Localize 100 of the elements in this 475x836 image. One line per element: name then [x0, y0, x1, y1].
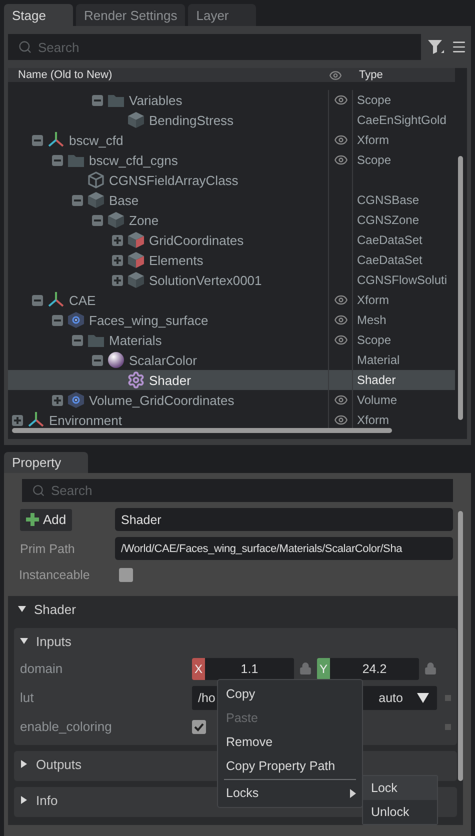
cube-icon: [127, 111, 145, 129]
tree-item-label[interactable]: Shader: [149, 372, 191, 388]
expand-icon[interactable]: [112, 274, 123, 286]
expand-icon[interactable]: [112, 234, 123, 246]
type-label: CaeDataSet: [356, 233, 424, 247]
submenu-arrow-icon: [350, 788, 356, 798]
expand-icon[interactable]: [52, 394, 63, 406]
expand-icon[interactable]: [112, 254, 123, 266]
group-title[interactable]: Inputs: [36, 634, 72, 648]
eye-icon[interactable]: [334, 393, 348, 407]
eye-icon[interactable]: [334, 93, 348, 107]
expand-icon[interactable]: [12, 414, 23, 426]
menu-item[interactable]: Remove: [224, 730, 356, 754]
lock-icon[interactable]: [424, 662, 437, 675]
eye-icon[interactable]: [334, 413, 348, 427]
cube-icon: [127, 231, 145, 249]
menu-item[interactable]: Copy: [224, 682, 356, 706]
tree-item-label[interactable]: bscw_cfd: [69, 132, 124, 148]
collapse-icon[interactable]: [92, 214, 103, 226]
path-field[interactable]: /World/CAE/Faces_wing_surface/Materials/ScalarColor/Sha: [115, 537, 453, 560]
tree-item-label[interactable]: Base: [109, 192, 139, 208]
cube-icon: [87, 191, 105, 209]
tree-item-label[interactable]: Zone: [129, 212, 159, 228]
eye-icon[interactable]: [334, 333, 348, 347]
type-label: CGNSBase: [356, 193, 420, 207]
tree-item-label[interactable]: Faces_wing_surface: [89, 312, 208, 328]
tab[interactable]: Property: [4, 452, 88, 473]
type-label: Scope: [356, 153, 392, 167]
checkbox[interactable]: [192, 720, 206, 734]
scrollbar[interactable]: [12, 428, 392, 433]
menu-icon[interactable]: [451, 39, 467, 55]
search-icon: [32, 484, 45, 497]
type-label: CGNSFlowSoluti: [356, 273, 448, 287]
collapse-icon[interactable]: [72, 334, 83, 346]
name-field[interactable]: Shader: [115, 508, 453, 531]
menu-item[interactable]: Lock: [363, 776, 437, 800]
type-label: CaeDataSet: [356, 253, 424, 267]
collapse-icon[interactable]: [32, 294, 43, 306]
tree-item-label[interactable]: Environment: [49, 412, 122, 428]
tab[interactable]: Stage: [4, 4, 73, 26]
type-label: Shader: [356, 373, 397, 387]
checkbox[interactable]: [119, 568, 133, 582]
type-label: Scope: [356, 93, 392, 107]
tree-item-label[interactable]: GridCoordinates: [149, 232, 244, 248]
menu-item[interactable]: Locks: [224, 781, 356, 805]
tree-item-label[interactable]: Materials: [109, 332, 162, 348]
input-label: lut: [20, 690, 35, 705]
number-field[interactable]: Y 24.2: [317, 658, 419, 680]
tab[interactable]: Render Settings: [76, 4, 186, 26]
selected-tree-row[interactable]: Shader Shader: [8, 370, 455, 390]
number-field[interactable]: X 1.1: [192, 658, 294, 680]
type-label: CGNSZone: [356, 213, 420, 227]
section-title[interactable]: Shader: [34, 602, 76, 616]
cube-icon: [127, 271, 145, 289]
tree-item-label[interactable]: ScalarColor: [129, 352, 197, 368]
scrollbar[interactable]: [458, 511, 463, 781]
tree-item-label[interactable]: CGNSFieldArrayClass: [109, 172, 238, 188]
tree-item-label[interactable]: bscw_cfd_cgns: [89, 152, 178, 168]
filter-icon[interactable]: [427, 39, 445, 55]
add-button[interactable]: Add: [20, 508, 72, 530]
dropdown[interactable]: auto: [364, 690, 429, 704]
collapse-icon[interactable]: [92, 94, 103, 106]
tree-item-label[interactable]: SolutionVertex0001: [149, 272, 262, 288]
tree-item-label[interactable]: BendingStress: [149, 112, 234, 128]
axes-icon: [47, 131, 65, 149]
axis-label: X: [192, 658, 205, 680]
type-label: Xform: [356, 293, 390, 307]
group-title[interactable]: Info: [36, 792, 58, 808]
menu-item[interactable]: Copy Property Path: [224, 754, 356, 778]
collapse-icon[interactable]: [52, 154, 63, 166]
cube-icon: [127, 251, 145, 269]
field-label: Instanceable: [19, 568, 91, 582]
eye-icon[interactable]: [334, 153, 348, 167]
triangle-icon[interactable]: [20, 796, 28, 804]
triangle-icon[interactable]: [18, 605, 26, 613]
eye-icon[interactable]: [334, 293, 348, 307]
type-label: Xform: [356, 133, 390, 147]
cube-icon: [107, 211, 125, 229]
group-title[interactable]: Outputs: [36, 756, 82, 772]
tree-item-label[interactable]: Elements: [149, 252, 204, 268]
scrollbar[interactable]: [458, 156, 463, 420]
tab[interactable]: Layer: [188, 4, 256, 26]
eye-icon[interactable]: [334, 133, 348, 147]
lock-icon[interactable]: [299, 662, 312, 675]
tree-item-label[interactable]: Variables: [129, 92, 182, 108]
triangle-icon[interactable]: [20, 637, 28, 645]
column-title[interactable]: Type: [353, 69, 455, 81]
collapse-icon[interactable]: [32, 134, 43, 146]
collapse-icon[interactable]: [72, 194, 83, 206]
column-title[interactable]: Name (Old to New): [8, 69, 329, 81]
collapse-icon[interactable]: [52, 314, 63, 326]
caret-icon: [417, 692, 429, 702]
collapse-icon[interactable]: [92, 354, 103, 366]
eye-icon[interactable]: [334, 313, 348, 327]
gear-icon: [127, 371, 145, 389]
type-label: Volume: [356, 393, 398, 407]
tree-item-label[interactable]: CAE: [69, 292, 96, 308]
triangle-icon[interactable]: [20, 760, 28, 768]
tree-item-label[interactable]: Volume_GridCoordinates: [89, 392, 234, 408]
plus-icon: [25, 512, 40, 527]
